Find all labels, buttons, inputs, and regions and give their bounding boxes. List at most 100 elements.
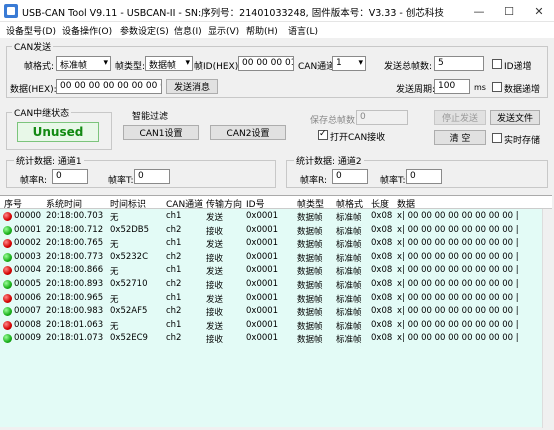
cell-id: 0x0001 (246, 224, 279, 235)
table-row[interactable]: 00007 20:18:00.983 0x52AF5 ch2 接收 0x0001 数据帧 标准… (0, 305, 552, 319)
cell-timestamp: 无 (110, 240, 119, 251)
stats-channel1-label: 统计数据: 通道1 (14, 154, 84, 167)
table-row[interactable]: 00009 20:18:01.073 0x52EC9 ch2 接收 0x0001 数据帧 标准… (0, 332, 552, 346)
cell-data: x| 00 00 00 00 00 00 00 00 | (397, 333, 519, 344)
cell-length: 0x08 (371, 333, 393, 344)
cell-frame-format: 标准帧 (336, 253, 362, 264)
header-length[interactable]: 长度 (371, 197, 389, 210)
menu-info[interactable]: 信息(I) (174, 24, 202, 37)
received-status-icon (3, 280, 12, 289)
menu-help[interactable]: 帮助(H) (246, 24, 278, 37)
cell-direction: 接收 (206, 253, 224, 264)
header-can-channel[interactable]: CAN通道 (166, 197, 203, 210)
header-frame-type[interactable]: 帧类型 (297, 197, 324, 210)
cell-id: 0x0001 (246, 265, 279, 276)
cell-frame-format: 标准帧 (336, 321, 362, 332)
cell-seq: 00000 (14, 211, 42, 221)
table-row[interactable]: 00003 20:18:00.773 0x5232C ch2 接收 0x0001 数据帧 标准… (0, 251, 552, 265)
menu-language[interactable]: 语言(L) (288, 24, 318, 37)
received-status-icon (3, 225, 12, 235)
cell-id: 0x0001 (246, 333, 279, 344)
saved-total-label: 保存总帧数: (310, 116, 359, 126)
table-row[interactable]: 00002 20:18:00.765 无 ch1 发送 0x0001 数据帧 标准帧 0x08 x… (0, 237, 552, 251)
table-row[interactable]: 00006 20:18:00.965 无 ch1 发送 0x0001 数据帧 标准帧 0x08 x… (0, 292, 552, 306)
table-row[interactable]: 00008 20:18:01.063 无 ch1 发送 0x0001 数据帧 标准帧 0x08 x… (0, 319, 552, 333)
header-direction[interactable]: 传输方向 (206, 197, 242, 210)
cell-seq: 00002 (14, 238, 42, 249)
menu-device-operation[interactable]: 设备操作(O) (62, 24, 112, 37)
cell-system-time: 20:18:00.773 (46, 251, 104, 262)
table-scrollbar[interactable] (542, 209, 552, 428)
send-period-unit: ms (474, 83, 486, 92)
cell-system-time: 20:18:01.073 (46, 333, 104, 344)
total-frames-input[interactable]: 5 (434, 56, 484, 71)
open-can-receive-label: 打开CAN接收 (330, 133, 386, 143)
can2-settings-button[interactable]: CAN2设置 (210, 125, 286, 140)
can1-settings-button[interactable]: CAN1设置 (123, 125, 199, 140)
data-hex-input[interactable]: 00 00 00 00 00 00 00 00 (56, 79, 162, 94)
table-row[interactable]: 00005 20:18:00.893 0x52710 ch2 接收 0x0001 数据帧 标准… (0, 278, 552, 292)
cell-id: 0x0001 (246, 319, 279, 330)
table-row[interactable]: 00001 20:18:00.712 0x52DB5 ch2 接收 0x0001 数据帧 标准… (0, 224, 552, 238)
cell-direction: 发送 (206, 267, 224, 278)
cell-direction: 发送 (206, 240, 224, 251)
frame-id-input[interactable]: 00 00 00 01 (238, 56, 294, 71)
id-increment-checkbox[interactable] (492, 59, 502, 69)
cell-timestamp: 0x52EC9 (110, 333, 148, 344)
header-seq[interactable]: 序号 (4, 197, 22, 210)
menu-display[interactable]: 显示(V) (208, 24, 239, 37)
data-increment-label: 数据递增 (504, 85, 541, 95)
close-button[interactable]: ✕ (524, 0, 554, 22)
header-system-time[interactable]: 系统时间 (46, 197, 82, 210)
id-increment-label: ID递增 (504, 62, 532, 72)
total-frames-label: 发送总帧数: (384, 62, 433, 72)
cell-seq: 00009 (14, 333, 42, 344)
sent-status-icon (3, 212, 12, 221)
cell-can-channel: ch1 (166, 238, 182, 249)
data-increment-checkbox[interactable] (492, 82, 502, 92)
realtime-save-checkbox[interactable] (492, 133, 502, 143)
cell-data: x| 00 00 00 00 00 00 00 00 | (397, 319, 519, 330)
can-channel-select[interactable]: 1 (332, 56, 366, 71)
cell-length: 0x08 (371, 224, 393, 235)
header-timestamp[interactable]: 时间标识 (110, 197, 146, 210)
cell-system-time: 20:18:00.703 (46, 211, 104, 221)
cell-id: 0x0001 (246, 279, 279, 289)
cell-seq: 00001 (14, 224, 42, 235)
frame-type-select[interactable]: 数据帧 (145, 56, 193, 71)
stop-send-button[interactable]: 停止发送 (434, 110, 486, 125)
stats1-rx-label: 帧率R: (20, 176, 48, 186)
cell-timestamp: 无 (110, 267, 119, 278)
send-message-button[interactable]: 发送消息 (166, 79, 218, 94)
cell-can-channel: ch2 (166, 251, 182, 262)
cell-can-channel: ch1 (166, 319, 182, 330)
header-id[interactable]: ID号 (246, 197, 265, 210)
cell-data: x| 00 00 00 00 00 00 00 00 | (397, 292, 519, 303)
table-row[interactable]: 00000 20:18:00.703 无 ch1 发送 0x0001 数据帧 标准帧 0x08 x… (0, 210, 552, 224)
cell-frame-format: 标准帧 (336, 294, 362, 305)
cell-length: 0x08 (371, 251, 393, 262)
table-row[interactable]: 00004 20:18:00.866 无 ch1 发送 0x0001 数据帧 标准帧 0x08 x… (0, 264, 552, 278)
cell-id: 0x0001 (246, 292, 279, 303)
cell-can-channel: ch1 (166, 292, 182, 303)
header-frame-format[interactable]: 帧格式 (336, 197, 363, 210)
cell-system-time: 20:18:00.765 (46, 238, 104, 249)
send-period-input[interactable]: 100 (434, 79, 470, 94)
header-data[interactable]: 数据 (397, 197, 415, 210)
cell-direction: 发送 (206, 213, 224, 223)
message-table[interactable]: 序号 系统时间 时间标识 CAN通道 传输方向 ID号 帧类型 帧格式 长度 数… (0, 195, 552, 428)
open-can-receive-checkbox[interactable] (318, 129, 328, 140)
title-bar: USB-CAN Tool V9.11 - USBCAN-II - SN:序列号：… (0, 0, 554, 22)
cell-frame-format: 标准帧 (336, 267, 362, 278)
menu-parameter-settings[interactable]: 参数设定(S) (120, 24, 169, 37)
frame-format-select[interactable]: 标准帧 (56, 56, 111, 71)
cell-data: x| 00 00 00 00 00 00 00 00 | (397, 251, 519, 262)
stats1-tx-value: 0 (134, 169, 170, 184)
minimize-button[interactable]: — (464, 0, 494, 22)
cell-data: x| 00 00 00 00 00 00 00 00 | (397, 306, 519, 317)
clear-button[interactable]: 清 空 (434, 130, 486, 145)
menu-device-model[interactable]: 设备型号(D) (6, 24, 56, 37)
maximize-button[interactable]: ☐ (494, 0, 524, 22)
cell-length: 0x08 (371, 265, 393, 276)
send-file-button[interactable]: 发送文件 (490, 110, 540, 125)
